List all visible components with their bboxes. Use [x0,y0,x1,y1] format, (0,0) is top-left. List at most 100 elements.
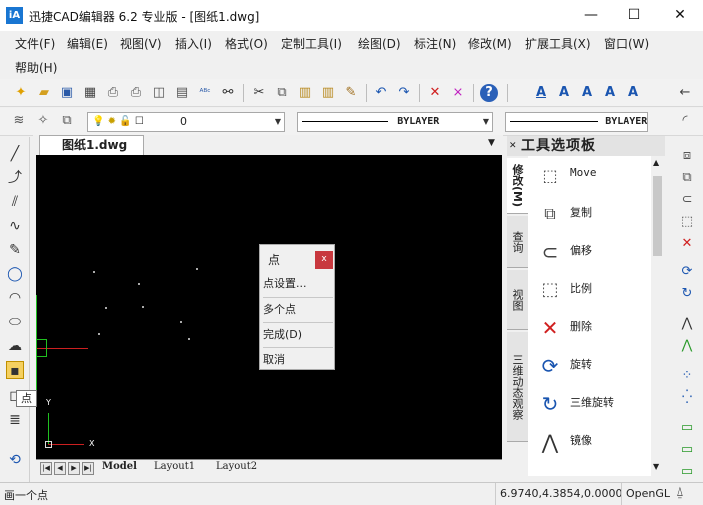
menu-insert[interactable]: 插入(I) [175,35,212,52]
edit-text-icon[interactable]: A [601,84,619,102]
layer-select[interactable]: 💡 ✹ 🔓 ☐ 0 ▼ [87,112,285,132]
tool-copy[interactable]: ⧉ 复制 [528,194,651,232]
delete-icon[interactable]: ✕ [426,84,444,102]
refresh-icon[interactable]: ⟲ [6,451,24,469]
line-icon[interactable]: ╱ [6,145,24,163]
rotate-3d-object-icon[interactable]: ↻ [678,285,696,303]
spline-icon[interactable]: ∿ [6,217,24,235]
tab-modify[interactable]: 修改(M) [507,158,528,214]
menu-dimension[interactable]: 标注(N) [414,35,456,52]
copy-object-icon[interactable]: ⧉ [678,169,696,187]
redo-icon[interactable]: ↷ [395,84,413,102]
offset-object-icon[interactable]: ⊂ [678,191,696,209]
close-window-button[interactable]: ✕ [657,0,703,31]
menu-help[interactable]: 帮助(H) [15,59,57,76]
spell-check-icon[interactable]: ᴬᴮᶜ [196,84,214,102]
revision-cloud-icon[interactable]: ☁ [6,337,24,355]
first-tab-button[interactable]: |◀ [40,462,52,475]
last-tab-button[interactable]: ▶| [82,462,94,475]
scroll-up-icon[interactable]: ▲ [653,158,659,167]
scroll-down-icon[interactable]: ▼ [653,462,659,471]
menu-item-done[interactable]: 完成(D) [263,322,333,346]
tool-scale[interactable]: ⬚ 比例 [528,270,651,308]
renderer-label[interactable]: OpenGL [626,487,670,500]
tab-model[interactable]: Model [102,461,137,472]
erase-icon[interactable]: ⧈ [678,147,696,165]
text-style-icon[interactable]: A [532,84,550,102]
back-arrow-icon[interactable]: ← [676,84,694,102]
menu-item-point-settings[interactable]: 点设置... [263,272,333,296]
help-icon[interactable]: ? [480,84,498,102]
menu-edit[interactable]: 编辑(E) [67,35,108,52]
extend-icon[interactable]: ▭ [678,463,696,481]
new-file-icon[interactable]: ✦ [12,84,30,102]
tool-delete[interactable]: ✕ 删除 [528,308,651,346]
tool-rotate[interactable]: ⟳ 旋转 [528,346,651,384]
menu-format[interactable]: 格式(O) [225,35,268,52]
tool-mirror[interactable]: ⋀ 镜像 [528,422,651,460]
publish-icon[interactable]: ▤ [173,84,191,102]
menu-view[interactable]: 视图(V) [120,35,162,52]
find-replace-text-icon[interactable]: A [624,84,642,102]
menu-item-multiple-points[interactable]: 多个点 [263,297,333,321]
print-icon[interactable]: ⎙ [104,84,122,102]
tab-list-chevron-icon[interactable]: ▼ [488,138,495,148]
rect-array-icon[interactable]: ⁘ [678,367,696,385]
minimize-button[interactable]: — [568,0,614,31]
purge-icon[interactable]: ⨯ [449,84,467,102]
point-icon[interactable]: ▪ [6,361,24,379]
stretch-icon[interactable]: ▭ [678,419,696,437]
open-folder-icon[interactable]: ▰ [35,84,53,102]
document-tab[interactable]: 图纸1.dwg ✕ [39,135,144,170]
tab-query[interactable]: 查询 [507,216,528,268]
tab-3d-orbit[interactable]: 三维动态观察 [507,332,528,442]
rotate-object-icon[interactable]: ⟳ [678,263,696,281]
maximize-button[interactable]: ☐ [611,0,657,31]
menu-window[interactable]: 窗口(W) [604,35,649,52]
trim-icon[interactable]: ▭ [678,441,696,459]
polyline-icon[interactable]: ⤴ [6,169,24,187]
multiline-icon[interactable]: ⫽ [6,193,24,211]
next-tab-button[interactable]: ▶ [68,462,80,475]
array-icon[interactable]: ⬚ [678,213,696,231]
menu-item-cancel[interactable]: 取消 [263,347,333,371]
menu-extend-tools[interactable]: 扩展工具(X) [525,35,591,52]
sketch-icon[interactable]: ✎ [6,241,24,259]
prev-tab-button[interactable]: ◀ [54,462,66,475]
menu-file[interactable]: 文件(F) [15,35,55,52]
print-setup-icon[interactable]: ⎙ [127,84,145,102]
undo-icon[interactable]: ↶ [372,84,390,102]
circle-icon[interactable]: ◯ [6,265,24,283]
tool-offset[interactable]: ⊂ 偏移 [528,232,651,270]
arc-icon[interactable]: ◠ [6,289,24,307]
single-line-text-icon[interactable]: A [555,84,573,102]
tab-layout1[interactable]: Layout1 [154,461,195,472]
match-properties-icon[interactable]: ✎ [342,84,360,102]
paste-special-icon[interactable]: ▥ [319,84,337,102]
popup-close-button[interactable]: x [315,251,333,269]
scroll-thumb[interactable] [653,176,662,256]
find-icon[interactable]: ⚯ [219,84,237,102]
tab-layout2[interactable]: Layout2 [216,461,257,472]
close-palette-icon[interactable]: ✕ [509,136,518,156]
copy-icon[interactable]: ⧉ [273,84,291,102]
ellipse-icon[interactable]: ⬭ [6,313,24,331]
paste-icon[interactable]: ▥ [296,84,314,102]
menu-modify[interactable]: 修改(M) [468,35,512,52]
tool-3d-rotate[interactable]: ↻ 三维旋转 [528,384,651,422]
delete-object-icon[interactable]: ✕ [678,235,696,253]
menu-draw[interactable]: 绘图(D) [358,35,401,52]
hatch-icon[interactable]: ≣ [6,411,24,429]
save-icon[interactable]: ▣ [58,84,76,102]
palette-scrollbar[interactable]: ▲ ▼ [651,156,664,476]
annotation-scale-icon[interactable]: ⍙ [676,485,684,500]
save-all-icon[interactable]: ▦ [81,84,99,102]
tab-view[interactable]: 视图 [507,270,528,330]
layer-manager-icon[interactable]: ≋ [10,112,28,130]
layer-state-icon[interactable]: ✧ [34,112,52,130]
layer-previous-icon[interactable]: ⧉ [58,112,76,130]
arc-icon[interactable]: ◜ [676,112,694,130]
polar-array-icon[interactable]: ⁛ [678,389,696,407]
mirror-object-icon[interactable]: ⋀ [678,315,696,333]
lineweight-select[interactable]: BYLAYER [505,112,648,132]
